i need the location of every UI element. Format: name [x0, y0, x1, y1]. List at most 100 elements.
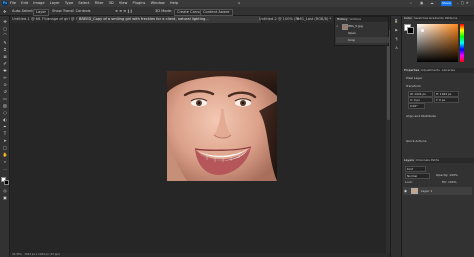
zoom-level[interactable]: 33.33% [12, 253, 22, 256]
status-bar: 33.33% 1024 px x 1024 px (72 ppi) [10, 253, 389, 257]
rectangle-icon[interactable]: □ [2, 145, 8, 150]
menu-plugins[interactable]: Plugins [133, 1, 146, 5]
opacity-field[interactable]: Opacity: 100% [436, 173, 458, 177]
maximize-icon[interactable]: □ [461, 1, 464, 5]
tab-patterns[interactable]: Patterns [443, 16, 459, 21]
hue-slider[interactable] [460, 24, 464, 62]
menu-edit[interactable]: Edit [21, 1, 28, 5]
visibility-eye-icon[interactable]: ◉ [404, 188, 409, 194]
menu-3d[interactable]: 3D [109, 1, 114, 5]
blur-icon[interactable]: ○ [2, 110, 8, 115]
paragraph-panel-icon[interactable]: ¶ [394, 37, 399, 42]
mode-label: 3D Mode: [155, 9, 173, 13]
type-icon[interactable]: T [2, 131, 8, 136]
menu-view[interactable]: View [119, 1, 128, 5]
tab-document-5[interactable]: IMG_Last (RGB/8) * [295, 16, 338, 23]
menu-bar: Ps File Edit Image Layer Type Select Fil… [0, 0, 474, 7]
tab-paths[interactable]: Paths [429, 158, 441, 163]
brush-icon[interactable]: ✏ [2, 75, 8, 80]
menu-help[interactable]: Help [170, 1, 178, 5]
healing-brush-icon[interactable]: ✚ [2, 68, 8, 73]
portrait-image [167, 71, 277, 181]
character-panel-icon[interactable]: A [394, 46, 399, 51]
menu-type[interactable]: Type [65, 1, 73, 5]
align-distribute-header[interactable]: Align and Distribute [406, 114, 436, 118]
y-field[interactable]: Y: 0 px [434, 97, 459, 103]
quick-mask-icon[interactable]: ◎ [2, 188, 8, 193]
properties-panel-tabs: Properties Adjustments Libraries [402, 68, 474, 73]
quick-actions-header[interactable]: Quick Actions [406, 139, 426, 143]
history-item-label: Crop [348, 38, 356, 42]
screen-mode-icon[interactable]: ▣ [2, 195, 8, 200]
minimize-icon[interactable]: – [457, 1, 459, 5]
document-canvas-photo[interactable] [167, 71, 277, 181]
hand-icon[interactable]: ✋ [2, 152, 8, 157]
menu-image[interactable]: Image [33, 1, 44, 5]
lock-label: Lock: [405, 180, 413, 184]
angle-field[interactable]: 0.00° [408, 103, 425, 109]
tab-document-3[interactable]: BREED_Copy of a smiling girl with freckl… [77, 16, 262, 23]
background-color-swatch[interactable] [4, 180, 9, 185]
path-select-icon[interactable]: ➤ [2, 138, 8, 143]
tools-panel: ✜ ▢ ⌒ ✎ ⌗ ⊠ ✐ ✚ ✏ ⊙ ↺ ▭ ▧ ○ ◐ ✒ T ➤ □ ✋ … [0, 16, 10, 257]
close-icon[interactable]: ✕ [466, 1, 469, 5]
cloud-icon[interactable]: ☁ [430, 1, 434, 6]
layer-dropdown[interactable]: Layer [33, 9, 50, 16]
menu-window[interactable]: Window [151, 1, 165, 5]
color-picker-cursor[interactable] [421, 29, 424, 32]
tab-libraries[interactable]: Libraries [440, 68, 457, 73]
history-snapshot[interactable]: ✓ IMG_5.jpg [336, 23, 389, 30]
menu-file[interactable]: File [10, 1, 16, 5]
layer-thumbnail [411, 188, 418, 194]
eraser-icon[interactable]: ▭ [2, 96, 8, 101]
share-button[interactable]: Share [441, 1, 452, 6]
align-icons[interactable]: ≡ ≡ ≡ ‖ ‖ [115, 9, 132, 14]
tab-document-4[interactable]: Untitled-2 @ 100% (RGB/8) * [257, 16, 300, 23]
crop-icon[interactable]: ⌗ [2, 47, 8, 52]
menu-select[interactable]: Select [78, 1, 89, 5]
pen-icon[interactable]: ✒ [2, 124, 8, 129]
panel-icon-strip: ⌛ ▶ ¶ A [390, 16, 401, 257]
history-panel-tabs: History Actions [335, 17, 388, 22]
quick-select-icon[interactable]: ✎ [2, 40, 8, 45]
blend-mode-dropdown[interactable]: Normal [405, 173, 430, 179]
layer-name[interactable]: Layer 1 [421, 189, 432, 193]
options-bar: ✜ Auto-Select: Layer Show Transf. Contro… [0, 7, 474, 16]
frame-icon[interactable]: ⊠ [2, 54, 8, 59]
document-tabs: Untitled-1 @ 66.7% (Layer 0, RGB/8#) * i… [10, 16, 338, 23]
transform-header[interactable]: Transform [406, 84, 421, 88]
clone-stamp-icon[interactable]: ⊙ [2, 82, 8, 87]
workspace-icon[interactable]: ▣ [420, 1, 423, 6]
show-transform-checkbox[interactable]: Show Transf. Controls [52, 9, 91, 14]
eyedropper-icon[interactable]: ✐ [2, 61, 8, 66]
photoshop-logo: Ps [2, 1, 8, 6]
search-icon[interactable]: ⌕ [410, 1, 412, 6]
history-brush-icon[interactable]: ↺ [2, 89, 8, 94]
move-icon[interactable]: ✜ [2, 19, 8, 24]
history-panel-icon[interactable]: ⌛ [394, 19, 399, 24]
artboard-icon[interactable]: ▢ [2, 26, 8, 31]
history-step[interactable]: Crop [336, 37, 389, 43]
menu-layer[interactable]: Layer [50, 1, 60, 5]
window-controls: – □ ✕ [455, 0, 469, 7]
tab-document-1[interactable]: Untitled-1 @ 66.7% (Layer 0, RGB/8#) * [10, 16, 50, 23]
history-step[interactable]: Open [336, 30, 389, 36]
auto-select-label: Auto-Select: [12, 9, 35, 13]
fill-field[interactable]: Fill: 100% [442, 180, 457, 184]
menu-items: File Edit Image Layer Type Select Filter… [10, 1, 182, 6]
tab-adjustments[interactable]: Adjustments [419, 68, 442, 73]
gradient-icon[interactable]: ▧ [2, 103, 8, 108]
background-swatch[interactable] [407, 27, 414, 34]
zoom-icon[interactable]: ⌕ [2, 159, 8, 164]
lasso-icon[interactable]: ⌒ [2, 33, 8, 38]
content-aware-button[interactable]: Content Aware [200, 9, 233, 16]
layer-filter-dropdown[interactable]: Kind [405, 166, 426, 172]
history-step-icon: ✓ [336, 24, 339, 28]
move-tool-icon[interactable]: ✜ [3, 9, 6, 14]
dodge-icon[interactable]: ◐ [2, 117, 8, 122]
tab-actions[interactable]: Actions [348, 17, 363, 22]
more-tools-icon[interactable]: … [2, 166, 8, 171]
menu-filter[interactable]: Filter [95, 1, 104, 5]
home-icon[interactable]: ⌂ [238, 1, 240, 6]
actions-panel-icon[interactable]: ▶ [394, 28, 399, 33]
